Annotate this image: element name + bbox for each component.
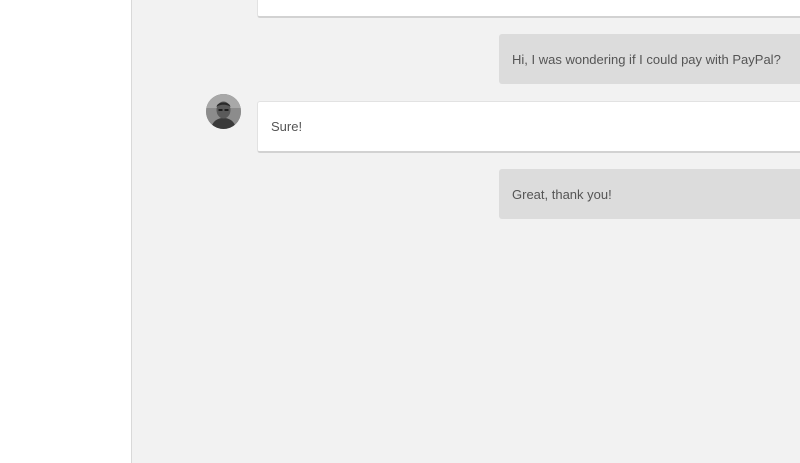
- user-message-bubble: Hi, I was wondering if I could pay with …: [499, 34, 800, 84]
- agent-message-bubble: Sure!: [257, 101, 800, 153]
- agent-message-bubble: [257, 0, 800, 18]
- message-text: Great, thank you!: [512, 186, 612, 202]
- agent-avatar: [206, 94, 241, 129]
- left-sidebar: [0, 0, 131, 463]
- message-text: Sure!: [271, 119, 303, 134]
- message-text: Hi, I was wondering if I could pay with …: [512, 51, 781, 67]
- person-photo-icon: [206, 94, 241, 129]
- chat-pane: Hi, I was wondering if I could pay with …: [131, 0, 800, 463]
- user-message-bubble: Great, thank you!: [499, 169, 800, 219]
- chat-app: Hi, I was wondering if I could pay with …: [0, 0, 800, 463]
